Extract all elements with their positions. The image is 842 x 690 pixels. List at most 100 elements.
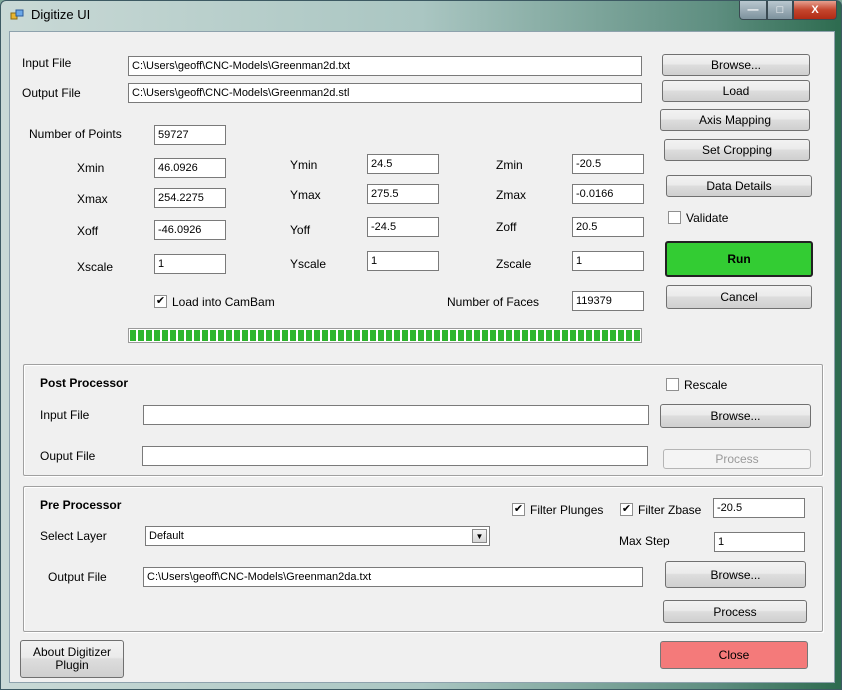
yscale-field[interactable]: 1	[367, 251, 439, 271]
progress-segment	[474, 330, 480, 341]
zmax-field[interactable]: -0.0166	[572, 184, 644, 204]
about-button[interactable]: About Digitizer Plugin	[20, 640, 124, 678]
xmin-label: Xmin	[77, 161, 105, 175]
filter-plunges-label: Filter Plunges	[530, 503, 604, 517]
xoff-field[interactable]: -46.0926	[154, 220, 226, 240]
filter-zbase-checkbox[interactable]: ✔	[620, 503, 633, 516]
xscale-field[interactable]: 1	[154, 254, 226, 274]
zscale-field[interactable]: 1	[572, 251, 644, 271]
xmax-field[interactable]: 254.2275	[154, 188, 226, 208]
progress-segment	[466, 330, 472, 341]
zmin-label: Zmin	[496, 158, 523, 172]
caption-buttons: — □ X	[739, 1, 837, 20]
progress-segment	[602, 330, 608, 341]
set-cropping-button[interactable]: Set Cropping	[664, 139, 810, 161]
progress-segment	[290, 330, 296, 341]
cancel-button[interactable]: Cancel	[666, 285, 812, 309]
progress-segment	[386, 330, 392, 341]
run-button[interactable]: Run	[665, 241, 813, 277]
chevron-down-icon[interactable]: ▼	[472, 529, 487, 543]
progress-segment	[210, 330, 216, 341]
progress-segment	[178, 330, 184, 341]
close-button[interactable]: Close	[660, 641, 808, 669]
faces-label: Number of Faces	[447, 295, 540, 309]
points-label: Number of Points	[29, 127, 122, 141]
progress-segment	[570, 330, 576, 341]
progress-segment	[434, 330, 440, 341]
minimize-button[interactable]: —	[739, 1, 767, 20]
progress-segment	[426, 330, 432, 341]
progress-segment	[138, 330, 144, 341]
input-file-field[interactable]: C:\Users\geoff\CNC-Models\Greenman2d.txt	[128, 56, 642, 76]
load-cambam-checkbox[interactable]: ✔	[154, 295, 167, 308]
post-output-label: Ouput File	[40, 449, 96, 463]
data-details-button[interactable]: Data Details	[666, 175, 812, 197]
post-processor-group: Post Processor Rescale Input File Browse…	[23, 364, 823, 476]
progress-segment	[402, 330, 408, 341]
zmin-field[interactable]: -20.5	[572, 154, 644, 174]
progress-segment	[330, 330, 336, 341]
progress-segment	[226, 330, 232, 341]
zoff-label: Zoff	[496, 220, 517, 234]
progress-segment	[154, 330, 160, 341]
input-file-label: Input File	[22, 56, 72, 70]
post-input-label: Input File	[40, 408, 90, 422]
progress-segment	[586, 330, 592, 341]
ymax-field[interactable]: 275.5	[367, 184, 439, 204]
progress-segment	[146, 330, 152, 341]
zbase-field[interactable]: -20.5	[713, 498, 805, 518]
progress-segment	[186, 330, 192, 341]
zoff-field[interactable]: 20.5	[572, 217, 644, 237]
progress-segment	[378, 330, 384, 341]
output-file-field[interactable]: C:\Users\geoff\CNC-Models\Greenman2d.stl	[128, 83, 642, 103]
pre-output-field[interactable]: C:\Users\geoff\CNC-Models\Greenman2da.tx…	[143, 567, 643, 587]
post-input-field[interactable]	[143, 405, 649, 425]
validate-label: Validate	[686, 211, 729, 225]
progress-segment	[370, 330, 376, 341]
validate-checkbox[interactable]	[668, 211, 681, 224]
select-layer-dropdown[interactable]: Default ▼	[145, 526, 490, 546]
window-close-button[interactable]: X	[793, 1, 837, 20]
load-button[interactable]: Load	[662, 80, 810, 102]
output-file-label: Output File	[22, 86, 81, 100]
progress-segment	[250, 330, 256, 341]
post-output-field[interactable]	[142, 446, 648, 466]
progress-segment	[610, 330, 616, 341]
digitize-window: Digitize UI — □ X Input File C:\Users\ge…	[0, 0, 842, 690]
progress-segment	[634, 330, 640, 341]
progress-segment	[194, 330, 200, 341]
progress-segment	[538, 330, 544, 341]
progress-segment	[266, 330, 272, 341]
maximize-button[interactable]: □	[767, 1, 793, 20]
progress-segment	[258, 330, 264, 341]
progress-segment	[394, 330, 400, 341]
xmin-field[interactable]: 46.0926	[154, 158, 226, 178]
filter-plunges-checkbox[interactable]: ✔	[512, 503, 525, 516]
pre-processor-group: Pre Processor ✔ Filter Plunges ✔ Filter …	[23, 486, 823, 632]
rescale-checkbox[interactable]	[666, 378, 679, 391]
title-bar[interactable]: Digitize UI — □ X	[1, 1, 841, 29]
post-process-button[interactable]: Process	[663, 449, 811, 469]
filter-zbase-label: Filter Zbase	[638, 503, 702, 517]
ymin-field[interactable]: 24.5	[367, 154, 439, 174]
pre-browse-button[interactable]: Browse...	[665, 561, 806, 588]
progress-segment	[202, 330, 208, 341]
browse-button[interactable]: Browse...	[662, 54, 810, 76]
post-browse-button[interactable]: Browse...	[660, 404, 811, 428]
window-title: Digitize UI	[31, 7, 91, 22]
select-layer-label: Select Layer	[40, 529, 107, 543]
xscale-label: Xscale	[77, 260, 114, 274]
progress-segment	[306, 330, 312, 341]
progress-bar	[128, 328, 642, 343]
max-step-field[interactable]: 1	[714, 532, 805, 552]
faces-field[interactable]: 119379	[572, 291, 644, 311]
xmax-label: Xmax	[77, 192, 108, 206]
axis-mapping-button[interactable]: Axis Mapping	[660, 109, 810, 131]
zmax-label: Zmax	[496, 188, 526, 202]
points-field[interactable]: 59727	[154, 125, 226, 145]
progress-segment	[506, 330, 512, 341]
yoff-field[interactable]: -24.5	[367, 217, 439, 237]
progress-segment	[298, 330, 304, 341]
yoff-label: Yoff	[290, 223, 311, 237]
pre-process-button[interactable]: Process	[663, 600, 807, 623]
